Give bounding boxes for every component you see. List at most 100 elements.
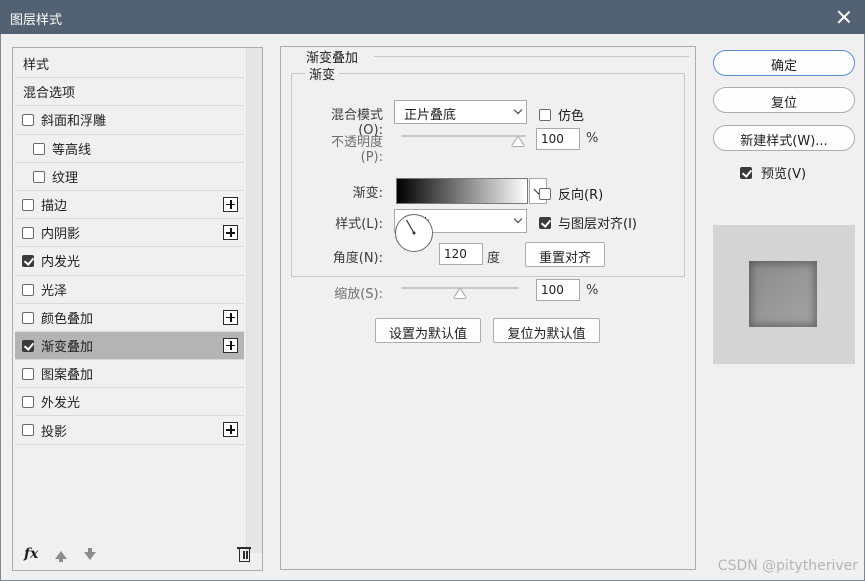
new-style-button[interactable]: 新建样式(W)... — [713, 125, 855, 151]
reverse-checkbox[interactable]: 反向(R) — [539, 184, 603, 203]
trash-icon[interactable] — [237, 547, 251, 562]
style-list-checkbox[interactable] — [33, 170, 45, 183]
move-down-icon[interactable] — [84, 548, 96, 560]
style-list-item[interactable]: 斜面和浮雕 — [15, 106, 244, 135]
style-list-label: 内阴影 — [41, 227, 81, 243]
reset-default-button[interactable]: 复位为默认值 — [493, 318, 600, 343]
angle-dial-needle — [405, 219, 416, 235]
chevron-down-icon — [513, 105, 523, 115]
blend-mode-value: 正片叠底 — [404, 108, 457, 123]
gradient-swatch[interactable] — [396, 178, 528, 204]
angle-unit: 度 — [487, 251, 501, 266]
style-list-checkbox[interactable] — [22, 339, 34, 352]
opacity-unit: % — [586, 131, 599, 146]
style-preview-swatch — [749, 261, 817, 327]
style-list-checkbox[interactable] — [22, 283, 34, 296]
style-list-checkbox[interactable] — [33, 142, 45, 155]
preview-checkbox[interactable]: 预览(V) — [740, 163, 806, 182]
scale-unit: % — [586, 283, 599, 298]
style-list-item[interactable]: 内阴影 — [15, 219, 244, 248]
style-list-item[interactable]: 纹理 — [15, 163, 244, 191]
add-effect-icon[interactable] — [223, 337, 238, 353]
add-effect-icon[interactable] — [223, 196, 238, 212]
style-list-checkbox[interactable] — [22, 227, 34, 240]
style-list-item[interactable]: 混合选项 — [15, 78, 244, 107]
section-divider — [374, 56, 689, 57]
style-list-checkbox[interactable] — [22, 396, 34, 409]
style-list-item[interactable]: 等高线 — [15, 135, 244, 163]
style-list-checkbox[interactable] — [22, 368, 34, 381]
angle-label: 角度(N): — [332, 251, 383, 266]
style-list-label: 颜色叠加 — [41, 311, 94, 327]
align-layer-checkbox[interactable]: 与图层对齐(I) — [539, 213, 637, 232]
style-preview — [713, 225, 855, 364]
layer-style-dialog: 样式混合选项斜面和浮雕等高线纹理描边内阴影内发光光泽颜色叠加渐变叠加图案叠加外发… — [0, 34, 865, 581]
style-list-item[interactable]: 投影 — [15, 416, 244, 445]
group-title: 渐变 — [305, 64, 340, 83]
style-list-panel: 样式混合选项斜面和浮雕等高线纹理描边内阴影内发光光泽颜色叠加渐变叠加图案叠加外发… — [12, 47, 263, 571]
scale-label: 缩放(S): — [334, 287, 383, 302]
style-list-label: 内发光 — [41, 255, 81, 271]
chevron-down-icon — [513, 214, 523, 224]
dither-label: 仿色 — [558, 109, 585, 124]
close-icon[interactable] — [831, 4, 857, 30]
style-list-label: 等高线 — [52, 142, 92, 158]
blend-mode-select[interactable]: 正片叠底 — [394, 100, 527, 124]
style-list: 样式混合选项斜面和浮雕等高线纹理描边内阴影内发光光泽颜色叠加渐变叠加图案叠加外发… — [15, 50, 244, 445]
watermark: CSDN @pitytheriver — [717, 558, 858, 574]
style-label: 样式(L): — [335, 217, 383, 232]
ok-button[interactable]: 确定 — [713, 50, 855, 76]
title-bar: 图层样式 — [0, 0, 865, 34]
reset-align-button[interactable]: 重置对齐 — [525, 242, 605, 267]
move-up-icon[interactable] — [55, 551, 67, 562]
set-default-button[interactable]: 设置为默认值 — [375, 318, 481, 343]
opacity-slider-thumb[interactable] — [512, 137, 524, 146]
style-list-item[interactable]: 样式 — [15, 50, 244, 79]
style-list-label: 图案叠加 — [41, 368, 94, 384]
gradient-label: 渐变: — [352, 186, 383, 201]
style-list-checkbox[interactable] — [22, 424, 34, 437]
style-list-label: 混合选项 — [23, 86, 76, 102]
style-list-item[interactable]: 图案叠加 — [15, 360, 244, 389]
dither-checkbox[interactable]: 仿色 — [539, 105, 584, 124]
style-list-scrollbar[interactable] — [246, 48, 262, 553]
window-title: 图层样式 — [10, 13, 63, 28]
add-effect-icon[interactable] — [223, 309, 238, 325]
dither-checkbox-box[interactable] — [539, 108, 551, 121]
align-layer-checkbox-box[interactable] — [539, 216, 551, 229]
style-list-label: 外发光 — [41, 396, 81, 412]
style-list-label: 投影 — [41, 424, 68, 440]
fx-icon[interactable]: fx — [24, 546, 38, 562]
preview-label: 预览(V) — [761, 167, 807, 182]
style-list-label: 渐变叠加 — [41, 339, 94, 355]
style-list-label: 斜面和浮雕 — [41, 114, 107, 130]
align-layer-label: 与图层对齐(I) — [558, 217, 637, 232]
reverse-label: 反向(R) — [558, 188, 604, 203]
style-list-item[interactable]: 颜色叠加 — [15, 304, 244, 332]
style-list-item[interactable]: 描边 — [15, 191, 244, 220]
style-list-toolbar: fx — [13, 542, 262, 570]
opacity-slider-track[interactable] — [401, 135, 526, 137]
add-effect-icon[interactable] — [223, 422, 238, 438]
reverse-checkbox-box[interactable] — [539, 187, 551, 200]
scale-input[interactable]: 100 — [536, 279, 580, 301]
style-list-item[interactable]: 渐变叠加 — [15, 331, 244, 361]
gradient-overlay-panel: 渐变叠加 渐变 混合模式(O): 正片叠底 仿色 不透明度(P): 100 % … — [280, 46, 696, 570]
style-list-checkbox[interactable] — [22, 114, 34, 127]
reset-button[interactable]: 复位 — [713, 87, 855, 113]
style-list-item[interactable]: 内发光 — [15, 247, 244, 276]
preview-checkbox-box[interactable] — [740, 166, 752, 179]
scale-slider-thumb[interactable] — [454, 289, 466, 298]
style-list-checkbox[interactable] — [22, 311, 34, 324]
opacity-input[interactable]: 100 — [536, 128, 580, 150]
add-effect-icon[interactable] — [223, 225, 238, 241]
angle-dial[interactable] — [395, 214, 433, 252]
style-list-item[interactable]: 光泽 — [15, 276, 244, 304]
style-list-checkbox[interactable] — [22, 255, 34, 268]
style-list-label: 光泽 — [41, 283, 68, 299]
style-list-checkbox[interactable] — [22, 198, 34, 211]
style-list-label: 样式 — [23, 58, 50, 74]
style-list-item[interactable]: 外发光 — [15, 388, 244, 417]
angle-input[interactable]: 120 — [439, 243, 483, 265]
style-list-label: 纹理 — [52, 170, 79, 186]
